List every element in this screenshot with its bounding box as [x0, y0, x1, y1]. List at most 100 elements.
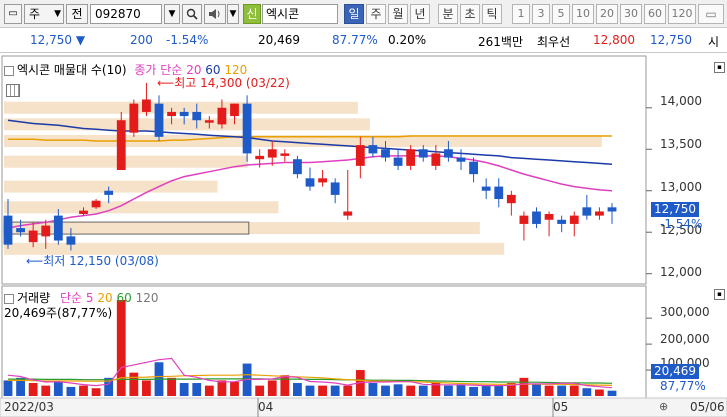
interval-120[interactable]: 120	[668, 4, 696, 24]
speaker-icon	[209, 9, 220, 19]
search-button[interactable]	[182, 4, 202, 24]
sound-dropdown-button[interactable]: ▼	[227, 4, 239, 24]
volume-bar	[355, 370, 365, 396]
volume-bar	[456, 384, 466, 396]
turnover: 0.20%	[388, 33, 427, 47]
period-second[interactable]: 초	[460, 4, 480, 24]
period-day[interactable]: 일	[344, 4, 364, 24]
volume-profile-bar	[4, 118, 370, 131]
toolbar-more-button[interactable]: ▭	[698, 4, 724, 24]
max-price-text: 최고 14,300 (03/22)	[174, 76, 290, 90]
trailing-label: 시	[708, 35, 720, 49]
sound-button[interactable]	[204, 4, 226, 24]
legend-box-icon	[4, 293, 14, 304]
last-volume-pct: 87,77%	[660, 379, 706, 393]
candle-body	[557, 219, 567, 224]
volume-bar	[532, 384, 541, 396]
vol-ma60-legend: 60	[116, 291, 132, 305]
current-price-value: 12,750	[30, 33, 72, 47]
volume-bar	[129, 372, 139, 396]
candle-body	[519, 215, 529, 224]
code-dropdown-button[interactable]: ▼	[164, 4, 180, 24]
code-input[interactable]: 092870	[90, 4, 162, 24]
type-select[interactable]: 주 ▼	[24, 4, 64, 24]
window-menu-icon[interactable]: ▭	[4, 4, 22, 24]
toolbar: ▭ 주 ▼ 전 092870 ▼ ▼ 신 엑시콘 일 주 월 년 분 초 틱 1…	[0, 0, 727, 28]
candle-body	[104, 190, 114, 195]
candle-body	[280, 153, 290, 156]
volume-bar	[469, 386, 478, 396]
panel-collapse-icon[interactable]: ▪	[714, 62, 725, 73]
vol-ma60-line	[8, 378, 613, 384]
candle-body	[481, 186, 491, 191]
volume-bar	[607, 390, 617, 396]
candle-body	[355, 145, 365, 166]
candle-body	[431, 153, 441, 166]
quote-info-bar: 12,750 ▼ 200 -1.54% 20,469 87.77% 0.20% …	[0, 29, 727, 53]
price-legend-name: 엑시콘 매물대 수(10)	[17, 63, 127, 77]
left-arrow-icon: ⟵	[157, 76, 175, 90]
volume-legend-name: 거래량	[17, 291, 51, 305]
panel-collapse-icon[interactable]: ▪	[714, 289, 725, 300]
period-week[interactable]: 주	[366, 4, 386, 24]
candle-body	[53, 215, 63, 241]
period-month[interactable]: 월	[388, 4, 408, 24]
volume-y-label: 200,000	[660, 332, 710, 346]
volume-profile-bar	[4, 155, 248, 168]
ask-price: 12,800	[593, 33, 635, 47]
x-label: 05	[553, 400, 569, 414]
code-value: 092870	[95, 7, 141, 21]
volume-bar	[494, 385, 504, 396]
field-label: 전	[66, 4, 88, 24]
price-panel	[1, 55, 652, 285]
volume: 20,469	[258, 33, 300, 47]
volume-bar	[569, 385, 579, 396]
price-y-label: 12,000	[660, 265, 702, 279]
price-y-label: 13,000	[660, 180, 702, 194]
volume-bar	[381, 385, 390, 396]
period-year[interactable]: 년	[410, 4, 430, 24]
volume-bar	[66, 386, 76, 396]
volume-profile-current	[3, 221, 250, 235]
volume-bar	[192, 383, 202, 396]
volume-bar	[595, 389, 604, 396]
volume-bar	[53, 381, 63, 396]
interval-1[interactable]: 1	[512, 4, 530, 24]
candle-body	[3, 215, 13, 245]
period-tick[interactable]: 틱	[482, 4, 502, 24]
candle-body	[532, 211, 541, 224]
interval-60[interactable]: 60	[644, 4, 666, 24]
last-volume-badge: 20,469	[651, 364, 699, 379]
volume-bar	[280, 375, 290, 396]
volume-current: 20,469주(87,77%)	[4, 306, 113, 320]
interval-3[interactable]: 3	[532, 4, 550, 24]
volume-bar	[217, 380, 227, 396]
volume-bar	[406, 385, 416, 396]
volume-bar	[318, 385, 327, 396]
volume-bar	[418, 385, 428, 396]
candle-body	[582, 207, 592, 216]
max-price-label: ⟵최고 14,300 (03/22)	[157, 74, 290, 91]
grid-toggle-icon[interactable]	[6, 84, 20, 97]
period-minute[interactable]: 분	[438, 4, 458, 24]
interval-30[interactable]: 30	[620, 4, 642, 24]
price-plot-frame	[1, 55, 647, 285]
candle-body	[456, 157, 466, 162]
best-quote-label: 최우선	[537, 35, 571, 49]
interval-20[interactable]: 20	[596, 4, 618, 24]
legend-box-icon	[4, 65, 14, 76]
candle-body	[330, 182, 340, 195]
volume-bar	[28, 383, 38, 396]
interval-5[interactable]: 5	[552, 4, 570, 24]
zoom-icon[interactable]: ⊕	[659, 400, 668, 413]
price-y-label: 14,000	[660, 94, 702, 108]
candle-body	[381, 149, 390, 158]
candle-body	[293, 159, 302, 175]
candle-body	[91, 200, 101, 208]
trade-amount: 261백만	[478, 35, 523, 49]
volume-bar	[230, 381, 239, 396]
candle-body	[406, 149, 416, 166]
volume-bar	[506, 383, 516, 396]
interval-10[interactable]: 10	[572, 4, 594, 24]
candle-body	[607, 207, 617, 212]
